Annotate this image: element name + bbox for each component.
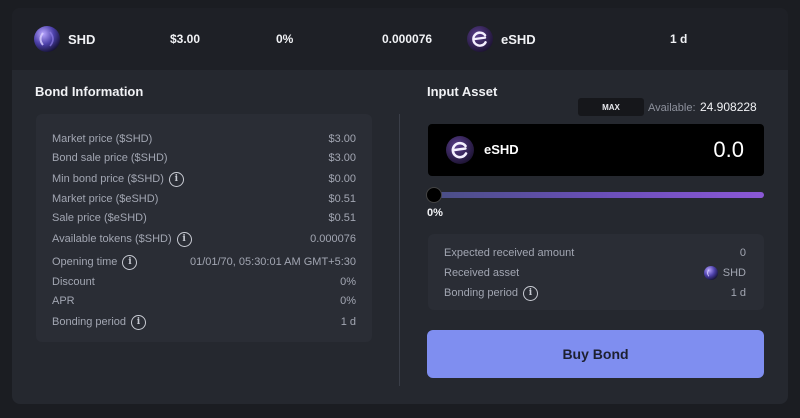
amount-slider-handle[interactable] (426, 187, 442, 203)
info-row-value: 01/01/70, 05:30:01 AM GMT+5:30 (189, 256, 356, 268)
info-row-value: $0.51 (328, 193, 356, 205)
receive-row-expected-amount: Expected received amount 0 (444, 244, 746, 262)
available-value: 24.908228 (700, 100, 757, 114)
info-row-value: 1 d (340, 316, 356, 328)
info-row-market-price-eshd: Market price ($eSHD) $0.51 (52, 190, 356, 208)
receive-row-received-asset: Received asset SHD (444, 264, 746, 282)
info-icon[interactable]: i (176, 231, 192, 247)
info-row-market-price-shd: Market price ($SHD) $3.00 (52, 130, 356, 148)
info-row-label: Market price ($SHD) (52, 133, 153, 145)
column-divider (399, 114, 400, 386)
info-row-label: Bonding period (52, 316, 127, 328)
info-row-opening-time: Opening time i 01/01/70, 05:30:01 AM GMT+… (52, 253, 356, 271)
info-row-label: Discount (52, 276, 95, 288)
bond-information-title: Bond Information (35, 84, 144, 99)
info-row-value: $3.00 (328, 133, 356, 145)
info-row-sale-price-eshd: Sale price ($eSHD) $0.51 (52, 209, 356, 227)
buy-bond-button[interactable]: Buy Bond (427, 330, 764, 378)
bond-panel: SHD $3.00 0% 0.000076 eSHD 1 d Bond Info… (12, 8, 788, 404)
amount-input[interactable] (624, 136, 744, 164)
info-row-label: Min bond price ($SHD) (52, 173, 164, 185)
info-row-bond-sale-price: Bond sale price ($SHD) $3.00 (52, 149, 356, 167)
discount-value: 0% (276, 32, 294, 46)
receive-row-value: 1 d (730, 287, 746, 299)
info-row-label: Market price ($eSHD) (52, 193, 159, 205)
eshd-token-icon (467, 26, 493, 52)
amount-slider-track[interactable] (436, 192, 764, 198)
bond-asset-cell: eSHD (467, 8, 536, 70)
info-row-label: Opening time (52, 256, 118, 268)
input-asset-name: eSHD (484, 142, 519, 157)
info-row-apr: APR 0% (52, 292, 356, 310)
slider-percent: 0% (427, 207, 443, 219)
token-cell: SHD (34, 8, 95, 70)
receive-row-label: Bonding period (444, 287, 519, 299)
shd-token-icon (703, 266, 718, 280)
info-row-available-tokens: Available tokens ($SHD) i 0.000076 (52, 230, 356, 248)
info-icon[interactable]: i (168, 171, 184, 187)
receive-summary-card: Expected received amount 0 Received asse… (428, 234, 764, 310)
eshd-token-icon (446, 136, 474, 164)
info-row-label: Bond sale price ($SHD) (52, 152, 168, 164)
info-icon[interactable]: i (131, 314, 147, 330)
info-row-value: 0.000076 (310, 233, 356, 245)
info-row-bonding-period: Bonding period i 1 d (52, 313, 356, 331)
available-label: Available: (648, 102, 696, 114)
bond-information-card: Market price ($SHD) $3.00 Bond sale pric… (36, 114, 372, 342)
receive-row-value: SHD (722, 267, 746, 279)
info-row-value: 0% (340, 276, 356, 288)
bond-asset-name: eSHD (501, 31, 536, 47)
info-row-value: $0.00 (328, 173, 356, 185)
info-row-value: $3.00 (328, 152, 356, 164)
input-asset-box[interactable]: eSHD (428, 124, 764, 176)
info-row-discount: Discount 0% (52, 273, 356, 291)
receive-row-label: Received asset (444, 267, 520, 279)
receive-row-value: 0 (739, 247, 746, 259)
info-row-value: $0.51 (328, 212, 356, 224)
info-row-label: Sale price ($eSHD) (52, 212, 147, 224)
info-row-label: Available tokens ($SHD) (52, 233, 172, 245)
receive-row-bonding-period: Bonding period i 1 d (444, 284, 746, 302)
info-icon[interactable]: i (523, 285, 539, 301)
shd-token-icon (34, 26, 60, 52)
input-asset-title: Input Asset (427, 84, 498, 99)
token-name: SHD (68, 31, 96, 47)
info-icon[interactable]: i (122, 254, 138, 270)
info-row-label: APR (52, 295, 75, 307)
max-button[interactable]: MAX (578, 98, 644, 116)
price-value: $3.00 (170, 32, 201, 46)
info-row-value: 0% (340, 295, 356, 307)
tokens-value: 0.000076 (382, 32, 433, 46)
receive-row-label: Expected received amount (444, 247, 575, 259)
info-row-min-bond-price: Min bond price ($SHD) i $0.00 (52, 170, 356, 188)
bond-summary-bar[interactable]: SHD $3.00 0% 0.000076 eSHD 1 d (12, 8, 788, 70)
period-value: 1 d (670, 32, 688, 46)
